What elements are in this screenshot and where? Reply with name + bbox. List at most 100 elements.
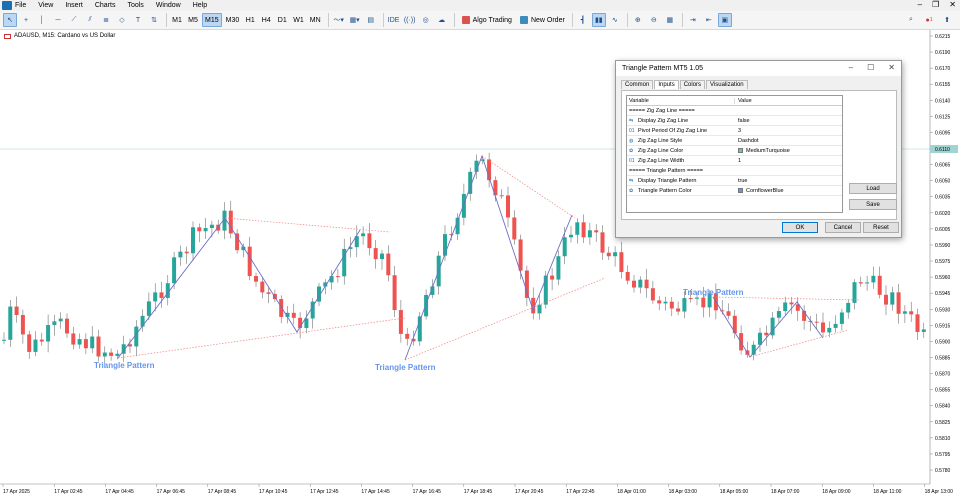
parameter-value[interactable]: MediumTurquoise <box>735 148 842 154</box>
price-label: 0.6140 <box>935 98 951 104</box>
menu-insert[interactable]: Insert <box>65 2 83 9</box>
parameter-value[interactable]: CornflowerBlue <box>735 188 842 194</box>
timeframe-h4[interactable]: H4 <box>259 13 273 27</box>
candle-body <box>915 314 920 332</box>
candle-body <box>688 298 693 300</box>
ide-button[interactable]: IDE <box>387 13 401 27</box>
grid-icon[interactable]: ▦ <box>663 13 677 27</box>
color-scheme-icon[interactable]: ▦▾ <box>348 13 362 27</box>
candlestick-icon[interactable]: ▮▮ <box>591 13 606 27</box>
timeframe-mn[interactable]: MN <box>308 13 323 27</box>
parameter-value[interactable]: 1 <box>735 158 842 164</box>
candle-body <box>524 270 529 298</box>
restore-icon[interactable]: ❐ <box>932 0 939 9</box>
arrows-icon[interactable]: ⇅ <box>147 13 161 27</box>
candle-body <box>443 234 447 256</box>
parameter-value[interactable]: 3 <box>735 128 842 134</box>
menu-window[interactable]: Window <box>156 2 181 9</box>
zoom-in-icon[interactable]: ⊕ <box>631 13 645 27</box>
market-icon[interactable]: ◎ <box>419 13 433 27</box>
load-button-visible[interactable]: Load <box>849 183 897 194</box>
color-swatch[interactable] <box>738 188 743 193</box>
vertical-line-icon[interactable]: │ <box>35 13 49 27</box>
text-tool-icon[interactable]: T <box>131 13 145 27</box>
account-icon[interactable]: ⬆ <box>940 13 954 27</box>
chart-type-icon <box>4 33 11 39</box>
menu-help[interactable]: Help <box>193 2 207 9</box>
timeframe-m5[interactable]: M5 <box>186 13 200 27</box>
menu-tools[interactable]: Tools <box>127 2 143 9</box>
parameter-row[interactable]: ⇆ Display Triangle Pattern true <box>627 176 842 186</box>
menu-file[interactable]: File <box>15 2 26 9</box>
timeframe-m1[interactable]: M1 <box>170 13 184 27</box>
menu-view[interactable]: View <box>38 2 53 9</box>
tab-colors[interactable]: Colors <box>679 80 706 89</box>
horizontal-line-icon[interactable]: ─ <box>51 13 65 27</box>
parameter-row[interactable]: ===== Triangle Pattern ===== <box>627 166 842 176</box>
shapes-icon[interactable]: ◇ <box>115 13 129 27</box>
timeframe-h1[interactable]: H1 <box>243 13 257 27</box>
price-label: 0.5825 <box>935 420 951 426</box>
time-label: 18 Apr 07:00 <box>771 489 800 495</box>
parameter-row[interactable]: ===== Zig Zag Line ===== <box>627 106 842 116</box>
crosshair-icon[interactable]: + <box>19 13 33 27</box>
menu-charts[interactable]: Charts <box>95 2 116 9</box>
color-swatch[interactable] <box>738 148 743 153</box>
parameter-row[interactable]: ✿ Triangle Pattern Color CornflowerBlue <box>627 186 842 196</box>
candle-body <box>197 227 202 232</box>
parameter-value[interactable]: true <box>735 178 842 184</box>
dialog-title-bar[interactable]: Triangle Pattern MT5 1.05 – ☐ ✕ <box>616 61 901 76</box>
timeframe-m15[interactable]: M15 <box>202 13 222 27</box>
chart-properties-icon[interactable]: ▣ <box>717 13 732 27</box>
notifications-icon[interactable]: ● 1 <box>922 13 936 27</box>
trendline-icon[interactable]: ⟋ <box>67 13 81 27</box>
candle-body <box>650 288 655 301</box>
timeframe-m30[interactable]: M30 <box>224 13 242 27</box>
parameter-row[interactable]: 01 Zig Zag Line Width 1 <box>627 156 842 166</box>
algo-trading-button[interactable]: Algo Trading <box>461 16 512 24</box>
save-button[interactable]: Save <box>849 199 897 210</box>
parameter-value[interactable]: Dashdot <box>735 138 842 144</box>
cancel-button[interactable]: Cancel <box>825 222 861 233</box>
parameter-value-text: false <box>738 117 750 124</box>
zoom-out-icon[interactable]: ⊖ <box>647 13 661 27</box>
tab-visualization[interactable]: Visualization <box>706 80 748 89</box>
vps-icon[interactable]: ☁ <box>435 13 449 27</box>
dialog-maximize-icon[interactable]: ☐ <box>867 63 874 72</box>
tab-inputs[interactable]: Inputs <box>654 80 679 89</box>
channel-icon[interactable]: ⫽ <box>83 13 97 27</box>
tab-common[interactable]: Common <box>621 80 654 89</box>
parameter-row[interactable]: ◍ Zig Zag Line Style Dashdot <box>627 136 842 146</box>
close-icon[interactable]: ✕ <box>949 0 956 9</box>
reset-button[interactable]: Reset <box>863 222 899 233</box>
parameter-value[interactable]: false <box>735 118 842 124</box>
fibonacci-icon[interactable]: ≣ <box>99 13 113 27</box>
search-icon[interactable]: ⌕ <box>904 13 918 27</box>
templates-icon[interactable]: ▤ <box>364 13 378 27</box>
candle-body <box>632 280 636 288</box>
timeframe-d1[interactable]: D1 <box>275 13 289 27</box>
minimize-icon[interactable]: – <box>918 0 922 9</box>
candle-body <box>424 294 429 317</box>
chart-shift-icon[interactable]: ⇤ <box>702 13 716 27</box>
candle-body <box>890 292 895 305</box>
candle-body <box>846 302 851 313</box>
cursor-tool-icon[interactable]: ↖ <box>3 13 17 27</box>
parameter-row[interactable]: ✿ Zig Zag Line Color MediumTurquoise <box>627 146 842 156</box>
new-order-button[interactable]: New Order <box>519 16 565 24</box>
candle-body <box>512 217 517 240</box>
ok-button[interactable]: OK <box>782 222 818 233</box>
parameter-name: 01 Zig Zag Line Width <box>627 158 735 164</box>
bar-chart-icon[interactable]: ┫ <box>576 13 590 27</box>
dialog-close-icon[interactable]: ✕ <box>888 63 895 72</box>
timeframe-w1[interactable]: W1 <box>291 13 306 27</box>
parameter-row[interactable]: 01 Pivot Period Of Zig Zag Line 3 <box>627 126 842 136</box>
signals-icon[interactable]: ((·)) <box>403 13 417 27</box>
toggle-icon: ⇆ <box>629 177 634 184</box>
autoscroll-icon[interactable]: ⇥ <box>686 13 700 27</box>
line-chart-icon[interactable]: ∿ <box>608 13 622 27</box>
dialog-minimize-icon[interactable]: – <box>849 63 853 72</box>
candle-body <box>279 299 284 317</box>
parameter-row[interactable]: ⇆ Display Zig Zag Line false <box>627 116 842 126</box>
indicators-icon[interactable]: 〜▾ <box>332 13 346 27</box>
